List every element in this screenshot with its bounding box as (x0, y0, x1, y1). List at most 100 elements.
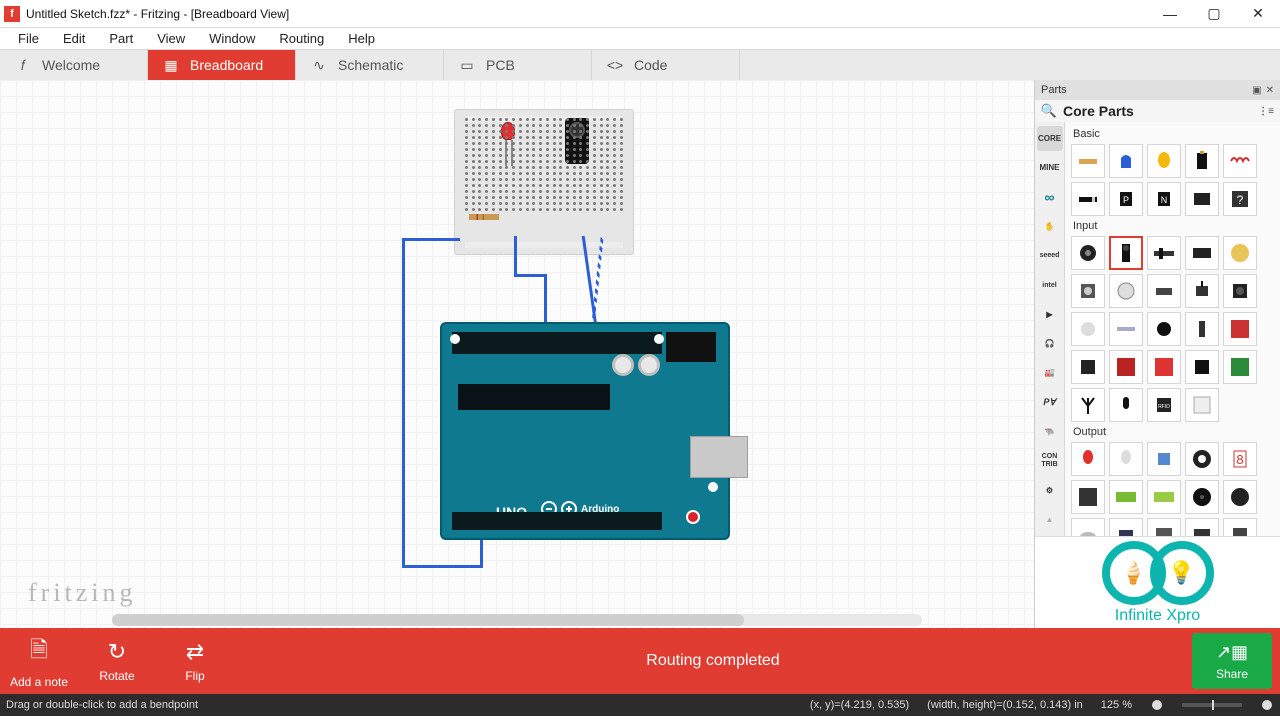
part-joystick[interactable] (1223, 312, 1257, 346)
part-buzzer[interactable] (1185, 480, 1219, 514)
part-photoresistor[interactable] (1147, 312, 1181, 346)
bin-core[interactable]: CORE (1037, 126, 1063, 151)
part-lcd-green[interactable] (1109, 480, 1143, 514)
wire[interactable] (402, 565, 482, 568)
bin-bull[interactable]: 🐃 (1037, 419, 1063, 444)
panel-menu-icon[interactable]: ⋮≡ (1258, 106, 1274, 117)
rotate-button[interactable]: ↻ Rotate (78, 628, 156, 694)
status-zoom[interactable]: 125 % (1101, 699, 1132, 711)
part-toggle[interactable] (1185, 274, 1219, 308)
part-potentiometer[interactable] (1109, 236, 1143, 270)
part-mic[interactable] (1109, 388, 1143, 422)
arduino-uno-part[interactable]: UNO Arduino (440, 322, 730, 540)
part-inductor[interactable] (1223, 144, 1257, 178)
part-stepper[interactable] (1147, 518, 1181, 536)
part-antenna[interactable] (1071, 388, 1105, 422)
flip-button[interactable]: ⇄ Flip (156, 628, 234, 694)
breadboard-part[interactable] (454, 109, 634, 255)
part-resistor[interactable] (1071, 144, 1105, 178)
bin-intel[interactable]: intel (1037, 272, 1063, 297)
zoom-slider[interactable] (1182, 703, 1242, 707)
part-battery[interactable] (1185, 144, 1219, 178)
parts-grid[interactable]: Basic P N ? Input (1065, 122, 1280, 536)
tab-code[interactable]: <> Code (592, 50, 740, 80)
part-tilt[interactable] (1071, 312, 1105, 346)
bin-play[interactable]: ▶ (1037, 302, 1063, 327)
tab-welcome[interactable]: 𝑓 Welcome (0, 50, 148, 80)
part-gyro[interactable] (1147, 350, 1181, 384)
horizontal-scrollbar[interactable] (112, 614, 922, 626)
tab-schematic[interactable]: ∿ Schematic (296, 50, 444, 80)
part-trimpot[interactable] (1071, 274, 1105, 308)
bin-seeed[interactable]: seeed (1037, 243, 1063, 268)
menu-routing[interactable]: Routing (269, 29, 334, 48)
part-thermistor[interactable] (1185, 312, 1219, 346)
menu-window[interactable]: Window (199, 29, 265, 48)
part-speaker[interactable] (1223, 480, 1257, 514)
part-relay[interactable] (1185, 518, 1219, 536)
part-tactile[interactable] (1223, 274, 1257, 308)
wire[interactable] (514, 274, 546, 277)
menu-help[interactable]: Help (338, 29, 385, 48)
bin-audio[interactable]: 🎧 (1037, 331, 1063, 356)
bin-contrib[interactable]: CON TRIB (1037, 448, 1063, 473)
menu-view[interactable]: View (147, 29, 195, 48)
part-sensor-ir[interactable] (1071, 350, 1105, 384)
tab-pcb[interactable]: ▭ PCB (444, 50, 592, 80)
part-rotary-pot[interactable] (1109, 274, 1143, 308)
part-capacitor-ceramic[interactable] (1109, 144, 1143, 178)
bin-arduino[interactable]: ∞ (1037, 185, 1063, 210)
part-ic[interactable] (1185, 182, 1219, 216)
part-led-rgb[interactable] (1109, 442, 1143, 476)
bin-up-icon[interactable]: ▲ (1037, 507, 1063, 532)
canvas[interactable]: UNO Arduino fritzing (0, 80, 1034, 628)
search-icon[interactable]: 🔍 (1041, 103, 1057, 119)
panel-close-icon[interactable]: ✕ (1266, 85, 1274, 96)
minimize-button[interactable]: — (1148, 0, 1192, 27)
share-button[interactable]: ↗▦ Share (1192, 633, 1272, 689)
wire[interactable] (402, 238, 460, 241)
menu-edit[interactable]: Edit (53, 29, 95, 48)
menu-part[interactable]: Part (99, 29, 143, 48)
maximize-button[interactable]: ▢ (1192, 0, 1236, 27)
part-motor[interactable] (1071, 518, 1105, 536)
part-accelerometer[interactable] (1109, 350, 1143, 384)
bin-hand[interactable]: ✋ (1037, 214, 1063, 239)
close-button[interactable]: ✕ (1236, 0, 1280, 27)
part-7seg[interactable]: 8 (1223, 442, 1257, 476)
zoom-out-icon[interactable] (1152, 700, 1162, 710)
bin-gear[interactable]: ⚙ (1037, 477, 1063, 502)
zoom-in-icon[interactable] (1262, 700, 1272, 710)
part-reed[interactable] (1109, 312, 1143, 346)
part-solenoid[interactable] (1223, 518, 1257, 536)
part-transistor-p[interactable]: P (1109, 182, 1143, 216)
part-capacitor-tantalum[interactable] (1147, 144, 1181, 178)
part-diode[interactable] (1071, 182, 1105, 216)
part-transistor-n[interactable]: N (1147, 182, 1181, 216)
part-slider[interactable] (1147, 236, 1181, 270)
part-dip-switch[interactable] (1185, 236, 1219, 270)
part-led-matrix[interactable] (1071, 480, 1105, 514)
part-coin[interactable] (1223, 236, 1257, 270)
arduino-header-digital[interactable] (452, 512, 662, 530)
arduino-reset-button[interactable] (686, 510, 700, 524)
part-led[interactable] (1071, 442, 1105, 476)
panel-dock-icon[interactable]: ▣ (1252, 85, 1261, 96)
tab-breadboard[interactable]: ▦ Breadboard (148, 50, 296, 80)
wire[interactable] (514, 236, 517, 276)
part-led-blue[interactable] (1147, 442, 1181, 476)
part-mystery[interactable]: ? (1223, 182, 1257, 216)
part-rotary-encoder[interactable] (1071, 236, 1105, 270)
part-keypad[interactable] (1185, 388, 1219, 422)
part-lcd[interactable] (1147, 480, 1181, 514)
part-gps[interactable] (1223, 350, 1257, 384)
bin-mine[interactable]: MINE (1037, 155, 1063, 180)
add-note-button[interactable]: 🗎 Add a note (0, 628, 78, 694)
bin-pa[interactable]: P∀ (1037, 390, 1063, 415)
bin-factory[interactable]: 🏭 (1037, 360, 1063, 385)
part-neopixel-ring[interactable] (1185, 442, 1219, 476)
menu-file[interactable]: File (8, 29, 49, 48)
part-rfid[interactable]: RFID (1147, 388, 1181, 422)
arduino-header-analog[interactable] (452, 332, 662, 354)
wire[interactable] (402, 238, 405, 568)
